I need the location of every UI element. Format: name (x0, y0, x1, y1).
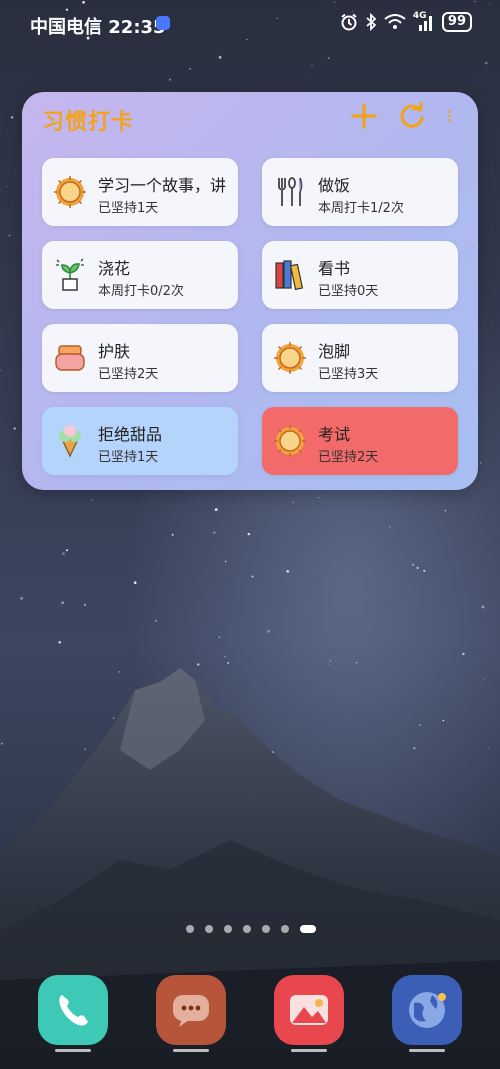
habit-card[interactable]: 学习一个故事，讲已坚持1天 (42, 158, 238, 226)
utensils-icon (272, 174, 308, 210)
alarm-icon (341, 13, 357, 31)
habit-name: 看书 (318, 259, 351, 278)
messages-app-indicator (173, 1049, 209, 1052)
habit-card[interactable]: 泡脚已坚持3天 (262, 324, 458, 392)
sun-icon (52, 174, 88, 210)
messages-app-icon[interactable] (156, 975, 226, 1045)
phone-app-icon[interactable] (38, 975, 108, 1045)
habit-card[interactable]: 护肤已坚持2天 (42, 324, 238, 392)
habit-card[interactable]: 拒绝甜品已坚持1天 (42, 407, 238, 475)
more-options-icon[interactable] (446, 102, 460, 130)
widget-title: 习惯打卡 (42, 110, 135, 135)
refresh-icon[interactable] (398, 102, 426, 130)
page-indicator[interactable] (186, 925, 316, 933)
browser-app-indicator (409, 1049, 445, 1052)
carrier-time: 中国电信 22:35 (30, 17, 166, 38)
habit-name: 泡脚 (318, 342, 351, 361)
app-notification-icon (156, 16, 170, 30)
habit-name: 拒绝甜品 (98, 425, 163, 444)
page-dot[interactable] (224, 925, 232, 933)
plant-icon (52, 257, 88, 293)
habit-progress: 已坚持1天 (98, 450, 159, 465)
sun-icon (272, 423, 308, 459)
ice-cream-icon (52, 423, 88, 459)
page-dot[interactable] (205, 925, 213, 933)
habit-name: 护肤 (98, 342, 131, 361)
habit-name: 浇花 (98, 259, 131, 278)
habit-progress: 已坚持0天 (318, 284, 379, 299)
phone-app-indicator (55, 1049, 91, 1052)
habit-checkin-widget[interactable]: 习惯打卡 学习一个故事，讲 已坚持1天 做饭 本周打卡1/2次 浇花 本周打卡0/2次 看书… (22, 92, 478, 490)
habit-card[interactable]: 考试已坚持2天 (262, 407, 458, 475)
habit-progress: 本周打卡0/2次 (98, 284, 184, 299)
habit-name: 做饭 (318, 176, 351, 195)
page-dot[interactable] (281, 925, 289, 933)
habit-name: 考试 (318, 425, 351, 444)
page-dot[interactable] (243, 925, 251, 933)
page-dot[interactable] (262, 925, 270, 933)
browser-app-icon[interactable] (392, 975, 462, 1045)
cellular-signal-icon: 4G (413, 11, 435, 31)
sun-icon (272, 340, 308, 376)
habit-progress: 本周打卡1/2次 (318, 201, 404, 216)
cream-jar-icon (52, 340, 88, 376)
habit-progress: 已坚持2天 (98, 367, 159, 382)
add-icon[interactable] (350, 102, 378, 130)
gallery-app-indicator (291, 1049, 327, 1052)
status-icons: 4G 99 (340, 11, 472, 32)
habit-progress: 已坚持3天 (318, 367, 379, 382)
habit-card[interactable]: 做饭本周打卡1/2次 (262, 158, 458, 226)
habit-card[interactable]: 看书已坚持0天 (262, 241, 458, 309)
habit-progress: 已坚持2天 (318, 450, 379, 465)
wifi-icon (384, 14, 406, 29)
page-dot[interactable] (186, 925, 194, 933)
gallery-app-icon[interactable] (274, 975, 344, 1045)
battery-level: 99 (441, 12, 472, 32)
status-bar: 中国电信 22:35 4G 99 (0, 0, 500, 48)
page-dot[interactable] (300, 925, 316, 933)
bluetooth-icon (366, 13, 377, 31)
habit-progress: 已坚持1天 (98, 201, 159, 216)
habit-name: 学习一个故事，讲 (98, 176, 227, 195)
habit-card[interactable]: 浇花本周打卡0/2次 (42, 241, 238, 309)
books-icon (272, 257, 308, 293)
app-dock (38, 975, 462, 1055)
